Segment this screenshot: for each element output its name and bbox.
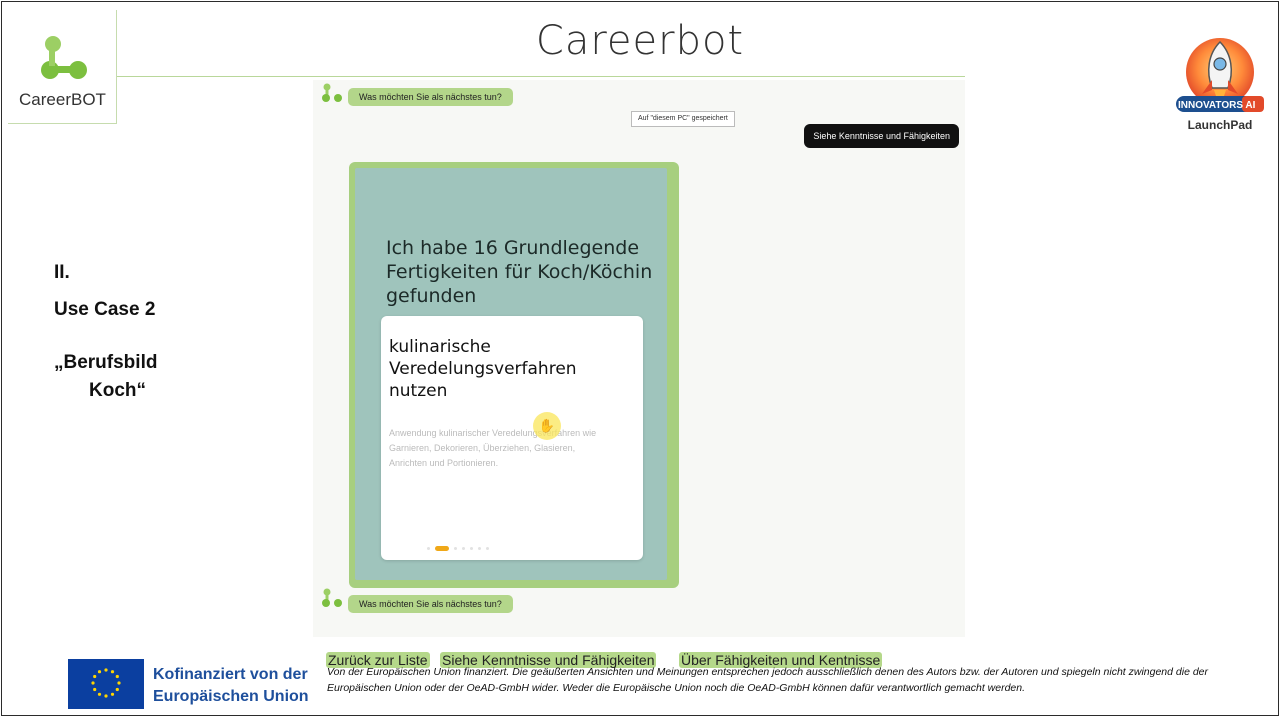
eu-cofinanced-line1: Kofinanziert von der <box>153 666 308 683</box>
carousel-dot[interactable] <box>486 547 489 550</box>
skill-title: kulinarische Veredelungsverfahren nutzen <box>389 337 577 401</box>
bot-message-top: Was möchten Sie als nächstes tun? <box>348 88 513 106</box>
usecase-label: Use Case 2 <box>54 299 156 320</box>
logo-text: CareerBOT <box>19 90 106 109</box>
careerbot-logo-icon <box>41 36 87 79</box>
badge-top-text: INNOVATORS AI <box>1178 100 1256 111</box>
rocket-badge-icon: INNOVATORS AI LaunchPad <box>1176 38 1264 132</box>
bot-message-bottom: Was möchten Sie als nächstes tun? <box>348 595 513 613</box>
slide-title: Careerbot <box>535 18 745 64</box>
carousel-heading: Ich habe 16 Grundlegende Fertigkeiten fü… <box>386 237 653 307</box>
usecase-title-line2: Koch“ <box>89 380 146 401</box>
carousel-dot[interactable] <box>478 547 481 550</box>
user-message: Siehe Kenntnisse und Fähigkeiten <box>804 124 959 148</box>
badge-bottom-text: LaunchPad <box>1188 118 1253 132</box>
chat-panel: Was möchten Sie als nächstes tun? Auf "d… <box>313 80 965 637</box>
title-divider <box>117 76 965 77</box>
carousel-pagination[interactable] <box>427 546 489 551</box>
skill-card[interactable]: kulinarische Veredelungsverfahren nutzen… <box>381 316 643 560</box>
careerbot-logo: CareerBOT <box>8 10 117 124</box>
eu-disclaimer: Von der Europäischen Union finanziert. D… <box>327 666 1209 694</box>
quick-reply-bar: Zurück zur Liste Siehe Kenntnisse und Fä… <box>313 637 965 668</box>
carousel-dot-active[interactable] <box>435 546 449 551</box>
bot-avatar-icon <box>322 588 342 607</box>
eu-cofinanced-line2: Europäischen Union <box>153 688 309 705</box>
skill-description: Anwendung kulinarischer Veredelungsverfa… <box>389 428 597 468</box>
usecase-title-line1: „Berufsbild <box>54 352 158 373</box>
skills-carousel: Ich habe 16 Grundlegende Fertigkeiten fü… <box>355 168 667 580</box>
hand-cursor-icon: ✋ <box>533 412 561 440</box>
eu-flag-icon <box>68 659 144 709</box>
usecase-number: II. <box>54 262 70 283</box>
carousel-dot[interactable] <box>427 547 430 550</box>
carousel-dot[interactable] <box>454 547 457 550</box>
carousel-dot[interactable] <box>462 547 465 550</box>
carousel-dot[interactable] <box>470 547 473 550</box>
bot-avatar-icon <box>322 83 342 102</box>
saved-status-tooltip: Auf "diesem PC" gespeichert <box>631 111 735 127</box>
skills-carousel-message: Ich habe 16 Grundlegende Fertigkeiten fü… <box>349 162 679 588</box>
